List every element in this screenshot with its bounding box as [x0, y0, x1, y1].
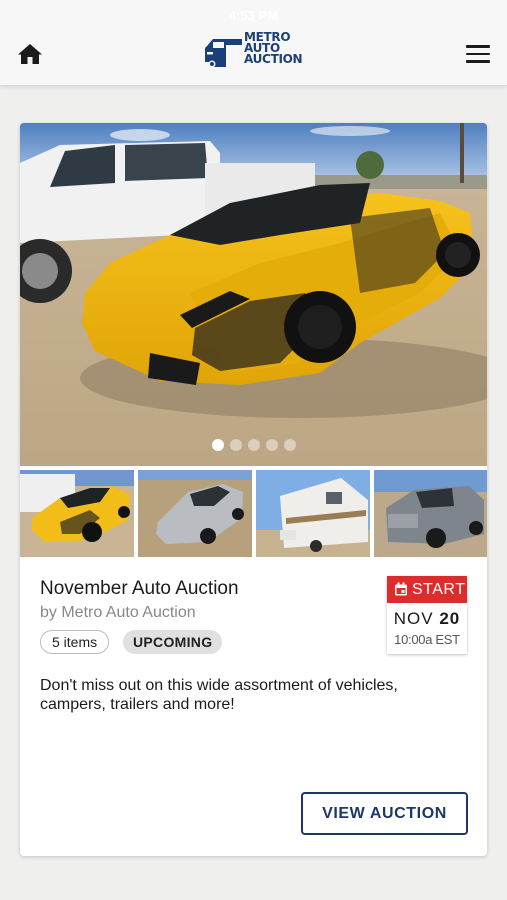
start-label: START — [412, 581, 466, 598]
menu-button[interactable] — [466, 45, 490, 63]
hamburger-menu-icon — [466, 45, 490, 63]
start-date: NOV 20 — [387, 609, 467, 629]
logo-text: METRO AUTO AUCTION — [244, 31, 303, 66]
auction-description: Don't miss out on this wide assortment o… — [40, 677, 398, 713]
carousel-dot[interactable] — [266, 439, 278, 451]
status-badge: UPCOMING — [123, 630, 223, 654]
calendar-icon — [395, 582, 407, 596]
start-header: START — [387, 576, 467, 603]
thumbnail-strip — [20, 470, 487, 557]
thumbnail-image — [20, 470, 134, 557]
thumbnail-image — [374, 470, 487, 557]
car-logo-icon — [205, 39, 242, 68]
start-time: 10:00a EST — [394, 632, 460, 647]
carousel-dot[interactable] — [284, 439, 296, 451]
auction-title[interactable]: November Auto Auction — [40, 578, 239, 600]
logo-line-3: AUCTION — [244, 52, 303, 66]
carousel-dot[interactable] — [230, 439, 242, 451]
thumbnail-silver-sports-car[interactable] — [138, 470, 252, 557]
thumbnail-image — [256, 470, 370, 557]
thumbnail-image — [138, 470, 252, 557]
auction-byline: by Metro Auto Auction — [40, 604, 196, 621]
carousel-dot[interactable] — [212, 439, 224, 451]
hero-car-photo — [20, 123, 487, 466]
view-auction-button[interactable]: VIEW AUCTION — [301, 792, 468, 835]
metro-auto-auction-logo[interactable]: METRO AUTO AUCTION — [204, 31, 306, 72]
home-button[interactable] — [17, 42, 43, 66]
items-count-badge: 5 items — [40, 630, 110, 654]
app-header: 4:53 PM METRO AUTO AUCTION — [0, 0, 507, 86]
start-month: NOV — [393, 609, 434, 628]
hero-image-carousel[interactable] — [20, 123, 487, 466]
start-day: 20 — [439, 609, 461, 628]
status-time: 4:53 PM — [228, 8, 279, 23]
thumbnail-yellow-sports-car[interactable] — [20, 470, 134, 557]
carousel-dot[interactable] — [248, 439, 260, 451]
carousel-pagination[interactable] — [212, 439, 296, 451]
thumbnail-travel-trailer[interactable] — [256, 470, 370, 557]
status-bar: 4:53 PM — [0, 4, 507, 24]
thumbnail-gray-pickup-truck[interactable] — [374, 470, 487, 557]
auction-card: November Auto Auction by Metro Auto Auct… — [20, 123, 487, 856]
start-date-box: START NOV 20 10:00a EST — [387, 576, 467, 654]
home-icon — [18, 44, 42, 64]
